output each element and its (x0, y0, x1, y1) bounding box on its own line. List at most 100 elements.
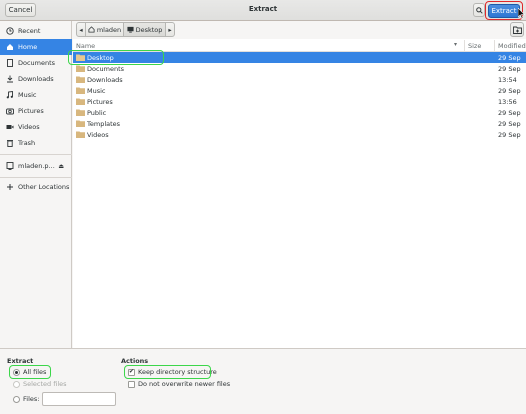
dialog-title: Extract (248, 5, 278, 13)
column-size[interactable]: Size (468, 42, 481, 50)
column-modified[interactable]: Modified (498, 42, 526, 50)
keep-structure-highlight (124, 365, 211, 379)
file-modified: 13:56 (498, 97, 517, 106)
path-current-label: Desktop (135, 25, 163, 34)
sidebar-item-music[interactable]: Music (0, 87, 72, 103)
selected-files-radio: Selected files (13, 380, 67, 388)
download-icon (5, 75, 14, 84)
sidebar-divider (0, 177, 72, 178)
folder-icon (76, 120, 85, 127)
file-row-public[interactable]: Public 29 Sep (73, 107, 526, 118)
sidebar-item-documents[interactable]: Documents (0, 55, 72, 71)
sidebar-item-label: mladen.p... (18, 162, 55, 170)
sort-down-icon[interactable]: ▾ (454, 41, 457, 48)
sidebar-item-label: Downloads (18, 75, 54, 83)
file-modified: 29 Sep (498, 86, 521, 95)
file-row-downloads[interactable]: Downloads 13:54 (73, 74, 526, 85)
path-forward-button[interactable]: ▸ (165, 22, 175, 37)
sidebar-item-label: Videos (18, 123, 40, 131)
sidebar-item-videos[interactable]: Videos (0, 119, 72, 135)
file-modified: 13:54 (498, 75, 517, 84)
sidebar-item-trash[interactable]: Trash (0, 135, 72, 151)
camera-icon (5, 107, 14, 116)
file-row-videos[interactable]: Videos 29 Sep (73, 129, 526, 140)
chevron-right-icon: ▸ (168, 25, 172, 34)
checkbox-empty-icon (128, 380, 135, 388)
radio-unselected-icon (13, 395, 20, 403)
sidebar-item-downloads[interactable]: Downloads (0, 71, 72, 87)
file-name: Pictures (87, 97, 113, 106)
path-segment-home[interactable]: mladen (85, 22, 124, 37)
drive-icon (5, 162, 14, 171)
file-row-pictures[interactable]: Pictures 13:56 (73, 96, 526, 107)
new-folder-button[interactable] (510, 22, 524, 37)
desktop-row-highlight (68, 50, 164, 65)
search-icon (475, 6, 483, 14)
file-modified: 29 Sep (498, 64, 521, 73)
files-radio[interactable]: Files: (13, 395, 39, 403)
file-row-templates[interactable]: Templates 29 Sep (73, 118, 526, 129)
sidebar-item-label: Pictures (18, 107, 44, 115)
file-modified: 29 Sep (498, 130, 521, 139)
folder-icon (76, 131, 85, 138)
sidebar: Recent Home Documents Downloads Music Pi… (0, 21, 72, 348)
mouse-cursor-icon (518, 8, 525, 19)
document-icon (5, 59, 14, 68)
sidebar-item-home[interactable]: Home (0, 39, 72, 55)
folder-icon (76, 98, 85, 105)
file-name: Downloads (87, 75, 123, 84)
chevron-left-icon: ◂ (79, 25, 83, 34)
column-divider (464, 40, 465, 51)
sidebar-divider (0, 154, 72, 155)
file-name: Videos (87, 130, 109, 139)
eject-icon[interactable]: ⏏ (58, 163, 64, 170)
file-name: Public (87, 108, 107, 117)
file-modified: 29 Sep (498, 53, 521, 62)
extract-button[interactable]: Extract (488, 3, 520, 18)
all-files-highlight (9, 365, 51, 379)
music-icon (5, 91, 14, 100)
clock-icon (5, 27, 14, 36)
search-button[interactable] (473, 3, 485, 17)
video-icon (5, 123, 14, 132)
new-folder-icon (512, 26, 522, 34)
files-pattern-input[interactable] (42, 392, 116, 406)
extract-section-title: Extract (7, 357, 34, 365)
no-overwrite-label: Do not overwrite newer files (138, 380, 231, 388)
sidebar-item-other-locations[interactable]: Other Locations (0, 179, 72, 195)
sidebar-item-label: Trash (18, 139, 36, 147)
files-label: Files: (23, 395, 40, 403)
home-icon (88, 26, 95, 33)
column-name[interactable]: Name (76, 42, 95, 50)
sidebar-item-drive[interactable]: mladen.p... ⏏ (0, 158, 72, 174)
sidebar-item-label: Other Locations (18, 183, 70, 191)
no-overwrite-checkbox[interactable]: Do not overwrite newer files (128, 380, 230, 388)
path-home-label: mladen (96, 25, 122, 34)
file-name: Documents (87, 64, 125, 73)
file-row-music[interactable]: Music 29 Sep (73, 85, 526, 96)
file-modified: 29 Sep (498, 108, 521, 117)
path-segment-desktop[interactable]: Desktop (123, 22, 166, 37)
sidebar-item-label: Documents (18, 59, 56, 67)
trash-icon (5, 139, 14, 148)
column-divider (494, 40, 495, 51)
file-list: Name ▾ Size Modified Desktop 29 Sep Docu… (73, 39, 526, 348)
sidebar-item-recent[interactable]: Recent (0, 23, 72, 39)
sidebar-item-label: Recent (18, 27, 41, 35)
folder-icon (76, 65, 85, 72)
sidebar-item-pictures[interactable]: Pictures (0, 103, 72, 119)
desktop-icon (127, 26, 134, 33)
actions-section-title: Actions (121, 357, 149, 365)
file-name: Music (87, 86, 106, 95)
folder-icon (76, 76, 85, 83)
folder-icon (76, 87, 85, 94)
radio-unselected-icon (13, 380, 20, 388)
header-bar: Cancel Extract Extract (0, 0, 526, 21)
selected-files-label: Selected files (23, 380, 67, 388)
plus-icon (5, 183, 14, 192)
file-name: Templates (87, 119, 121, 128)
sidebar-item-label: Music (18, 91, 37, 99)
sidebar-item-label: Home (18, 43, 38, 51)
file-modified: 29 Sep (498, 119, 521, 128)
home-icon (5, 43, 14, 52)
